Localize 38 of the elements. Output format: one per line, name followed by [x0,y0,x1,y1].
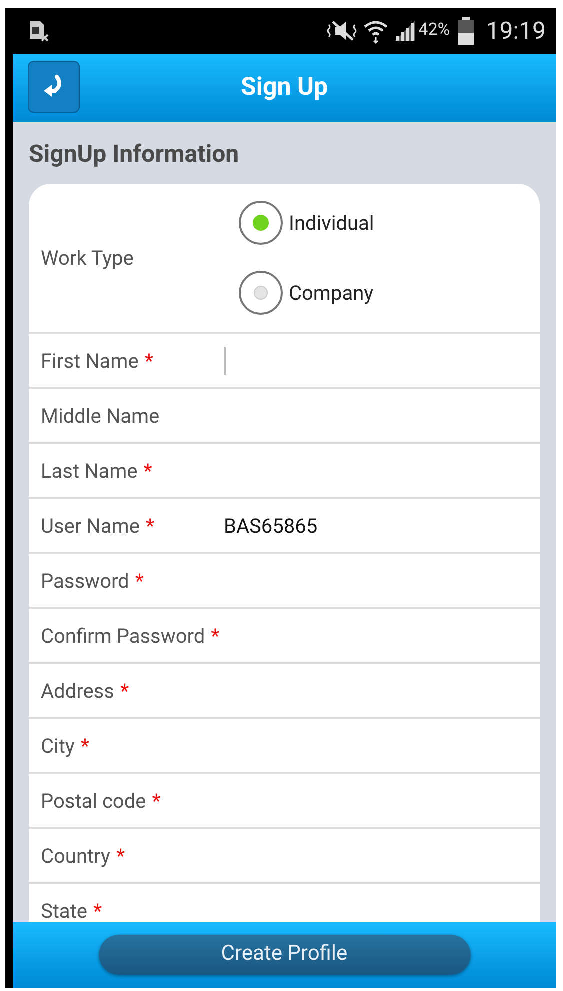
screen-title: Sign Up [240,72,328,104]
required-asterisk: * [93,898,102,922]
section-title: SignUp Information [29,139,240,170]
field-label: Address [41,678,114,702]
input-field[interactable]: BAS65865 [224,510,318,540]
required-asterisk: * [116,844,126,868]
create-profile-button[interactable]: Create Profile [98,935,470,975]
required-asterisk: * [211,624,220,648]
required-asterisk: * [80,734,90,758]
field-label: First Name [41,348,139,372]
required-asterisk: * [144,458,152,482]
wifi-icon [362,18,389,44]
field-label: City [41,734,75,758]
radio-button[interactable] [239,271,283,315]
field-label: Confirm Password [41,624,206,648]
field-label: Postal code [41,788,146,812]
sim-card-icon [27,19,51,43]
required-asterisk: * [144,348,154,372]
battery-percentage: 42% [418,19,450,42]
required-asterisk: * [146,514,155,538]
field-label: User Name [41,514,140,538]
field-label: State [41,898,88,922]
battery-icon [458,17,474,45]
required-asterisk: * [120,678,130,702]
radio-button[interactable] [239,201,283,245]
field-label: Middle Name [41,404,160,428]
radio-label: Company [289,280,374,307]
required-asterisk: * [135,568,144,592]
back-button[interactable] [28,61,80,113]
required-asterisk: * [152,788,161,812]
mute-icon [324,19,359,43]
clock: 19:19 [486,16,546,47]
field-label: Work Type [40,245,135,272]
field-label: Last Name [41,458,138,482]
radio-label: Individual [289,210,374,237]
field-label: Country [41,844,110,868]
signal-icon [392,19,417,43]
field-label: Password [41,568,130,592]
